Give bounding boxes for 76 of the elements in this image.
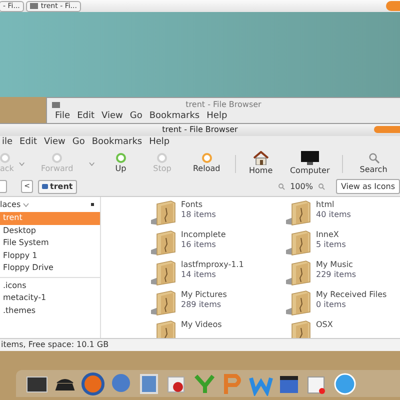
folder-icon xyxy=(284,230,312,256)
monitor-icon xyxy=(300,150,320,164)
menu-item[interactable]: View xyxy=(102,110,123,124)
folder-icon xyxy=(284,290,312,316)
circle-icon xyxy=(0,152,10,162)
file-name[interactable]: My Videos xyxy=(181,320,222,330)
sidebar-item[interactable]: metacity-1 xyxy=(0,292,100,304)
path-button[interactable]: trent xyxy=(38,180,77,194)
house-icon xyxy=(252,150,269,164)
item-count: 229 items xyxy=(316,270,356,280)
folder-icon xyxy=(149,200,177,226)
search-icon xyxy=(368,152,380,164)
file-name[interactable]: Fonts xyxy=(181,200,216,210)
menu-item[interactable]: File xyxy=(55,110,70,124)
item-count: 16 items xyxy=(181,240,217,250)
caret-icon[interactable] xyxy=(19,162,25,166)
menu-item[interactable]: Go xyxy=(72,136,85,150)
folder-icon xyxy=(149,260,177,286)
folder-icon xyxy=(284,260,312,286)
window-title: trent - File Browser xyxy=(162,124,238,136)
folder-icon xyxy=(149,290,177,316)
menu-item[interactable]: ile xyxy=(2,136,13,150)
circle-icon xyxy=(157,152,168,162)
caret-icon[interactable] xyxy=(22,202,29,206)
menu-item[interactable]: Help xyxy=(149,136,170,150)
edit-toggle-icon[interactable] xyxy=(0,180,7,193)
item-count: 18 items xyxy=(181,210,216,220)
circle-icon xyxy=(116,152,126,162)
window-icon xyxy=(30,3,38,9)
pill-button-icon[interactable] xyxy=(386,1,400,11)
caret-icon[interactable] xyxy=(89,162,96,166)
file-name[interactable]: My Pictures xyxy=(181,290,227,300)
circle-icon xyxy=(202,152,212,162)
folder-icon xyxy=(149,230,177,256)
toolbar-button[interactable]: Up xyxy=(99,152,142,174)
folder-icon xyxy=(42,184,48,189)
file-name[interactable]: Incomplete xyxy=(181,230,226,240)
view-mode-dropdown[interactable]: View as Icons xyxy=(336,179,400,194)
window-title: trent - File Browser xyxy=(186,98,262,110)
sidebar-item[interactable]: Floppy 1 xyxy=(0,250,100,262)
toolbar-button[interactable]: Home xyxy=(240,150,282,176)
file-name[interactable]: lastfmproxy-1.1 xyxy=(181,260,244,270)
sidebar-item[interactable]: Floppy Drive xyxy=(0,262,100,274)
zoom-out-icon[interactable] xyxy=(278,183,286,190)
file-name[interactable]: My Music xyxy=(316,260,356,270)
menu-item[interactable]: Bookmarks xyxy=(92,136,142,150)
menu-item[interactable]: Go xyxy=(130,110,142,124)
menu-item[interactable]: Bookmarks xyxy=(149,110,200,124)
circle-icon xyxy=(52,152,62,162)
item-count: 14 items xyxy=(181,270,217,280)
sidebar-item[interactable]: File System xyxy=(0,237,100,250)
folder-icon xyxy=(284,200,312,226)
toolbar-button[interactable]: Reload xyxy=(182,152,232,174)
window-controls-icon[interactable] xyxy=(374,126,400,133)
item-count: 40 items xyxy=(316,210,351,220)
item-count: 0 items xyxy=(316,300,347,310)
file-name[interactable]: My Received Files xyxy=(316,290,387,300)
sidebar-item[interactable]: .themes xyxy=(0,304,100,317)
zoom-level: 100% xyxy=(290,180,313,192)
sidebar-header[interactable]: laces xyxy=(0,198,21,210)
window-icon xyxy=(52,102,60,108)
file-name[interactable]: OSX xyxy=(316,320,333,330)
menu-item[interactable]: Edit xyxy=(77,110,94,124)
file-name[interactable]: InneX xyxy=(316,230,346,240)
menu-item[interactable]: Edit xyxy=(20,136,37,150)
toolbar-button[interactable]: Search xyxy=(347,152,400,176)
item-count: 5 items xyxy=(316,240,346,250)
status-text: items, Free space: 10.1 GB xyxy=(0,339,109,351)
toolbar-button[interactable]: Computer xyxy=(282,150,338,176)
item-count: 289 items xyxy=(181,300,222,310)
sidebar-item[interactable]: Desktop xyxy=(0,224,100,237)
menu-item[interactable]: Help xyxy=(206,110,228,124)
file-name[interactable]: html xyxy=(316,200,351,210)
zoom-in-icon[interactable] xyxy=(318,183,325,190)
menu-item[interactable]: View xyxy=(44,136,66,150)
sidebar-item[interactable]: .icons xyxy=(0,280,100,292)
